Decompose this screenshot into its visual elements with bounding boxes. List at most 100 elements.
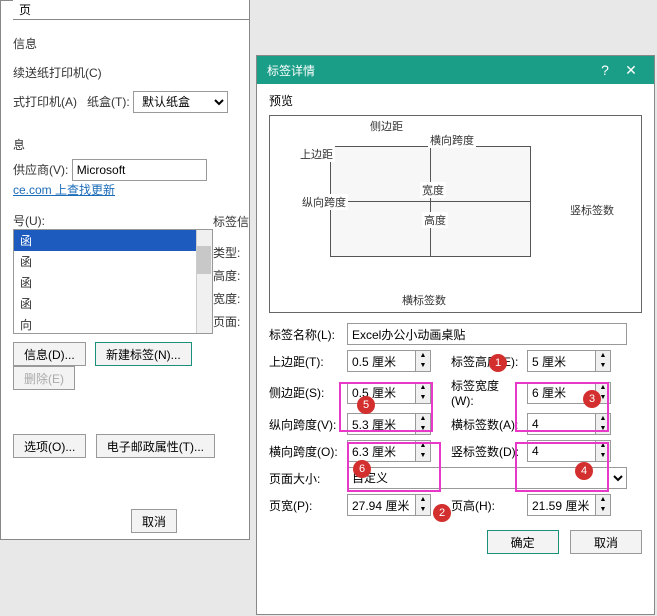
top-margin-input[interactable] (347, 350, 415, 372)
h-count-spinner[interactable]: ▲▼ (527, 413, 611, 435)
tray-label: 纸盒(T): (87, 95, 130, 109)
diagram-h-count: 横标签数 (400, 292, 448, 308)
spin-down-icon[interactable]: ▼ (596, 361, 610, 371)
spin-up-icon[interactable]: ▲ (416, 351, 430, 361)
spin-up-icon[interactable]: ▲ (596, 351, 610, 361)
label-details-dialog: 标签详情 ? ✕ 预览 侧边距 上边距 横向跨度 纵向跨度 宽度 高度 横标签数… (256, 55, 655, 615)
diagram-h-span: 横向跨度 (428, 132, 476, 148)
spin-down-icon[interactable]: ▼ (416, 393, 430, 403)
top-margin-label: 上边距(T): (269, 353, 341, 370)
label-section: 标签信 (213, 213, 249, 230)
scrollbar-thumb[interactable] (197, 246, 211, 274)
diagram-v-count: 竖标签数 (568, 202, 616, 218)
pageh-label: 页高(H): (451, 497, 521, 514)
label-height-label: 标签高度(E): (451, 353, 521, 370)
spin-up-icon[interactable]: ▲ (416, 414, 430, 424)
h-span-spinner[interactable]: ▲▼ (347, 440, 431, 462)
pageh-input[interactable] (527, 494, 595, 516)
type-label: 类型: (213, 244, 249, 261)
manual-radio-label[interactable]: 式打印机(A) (13, 93, 77, 110)
diagram-grid (330, 146, 531, 257)
section-info: 信息 (13, 35, 37, 52)
v-span-label: 纵向跨度(V): (269, 416, 341, 433)
h-span-label: 横向跨度(O): (269, 443, 341, 460)
vendor-input[interactable] (72, 159, 207, 181)
pagew-spinner[interactable]: ▲▼ (347, 494, 431, 516)
annotation-bubble: 5 (357, 396, 375, 414)
h-span-input[interactable] (347, 440, 415, 462)
spin-down-icon[interactable]: ▼ (596, 505, 610, 515)
annotation-bubble: 2 (433, 504, 451, 522)
list-item[interactable]: 函 (14, 293, 212, 314)
spin-down-icon[interactable]: ▼ (416, 451, 430, 461)
mail-props-button[interactable]: 电子邮政属性(T)... (96, 434, 215, 458)
annotation-bubble: 1 (489, 354, 507, 372)
list-item[interactable]: 函 (14, 251, 212, 272)
titlebar: 标签详情 ? ✕ (257, 56, 654, 84)
label-width-label: 标签宽度(W): (451, 377, 521, 408)
section-info2: 息 (13, 136, 25, 153)
delete-button: 删除(E) (13, 366, 75, 390)
info-button[interactable]: 信息(D)... (13, 342, 86, 366)
options-button[interactable]: 选项(O)... (13, 434, 86, 458)
spin-down-icon[interactable]: ▼ (596, 424, 610, 434)
spin-up-icon[interactable]: ▲ (596, 441, 610, 451)
preview-diagram: 侧边距 上边距 横向跨度 纵向跨度 宽度 高度 横标签数 竖标签数 (269, 115, 642, 313)
page-label: 页面: (213, 313, 249, 330)
v-count-input[interactable] (527, 440, 595, 462)
preview-label: 预览 (269, 92, 642, 109)
annotation-bubble: 3 (583, 390, 601, 408)
feeder-radio-label[interactable]: 续送纸打印机(C) (13, 64, 102, 81)
v-span-spinner[interactable]: ▲▼ (347, 413, 431, 435)
name-input[interactable] (347, 323, 627, 345)
diagram-width: 宽度 (420, 182, 446, 198)
spin-down-icon[interactable]: ▼ (596, 451, 610, 461)
h-count-label: 横标签数(A): (451, 416, 521, 433)
v-count-label: 竖标签数(D): (451, 443, 521, 460)
help-icon[interactable]: ? (592, 62, 618, 78)
pagew-label: 页宽(P): (269, 497, 341, 514)
cancel-button[interactable]: 取消 (570, 530, 642, 554)
label-height-spinner[interactable]: ▲▼ (527, 350, 611, 372)
cancel-button[interactable]: 取消 (131, 509, 177, 533)
label-height-input[interactable] (527, 350, 595, 372)
pageh-spinner[interactable]: ▲▼ (527, 494, 611, 516)
side-margin-label: 侧边距(S): (269, 384, 341, 401)
v-span-input[interactable] (347, 413, 415, 435)
dialog-title: 标签详情 (267, 62, 592, 79)
h-count-input[interactable] (527, 413, 595, 435)
update-link[interactable]: ce.com 上查找更新 (13, 183, 115, 197)
v-count-spinner[interactable]: ▲▼ (527, 440, 611, 462)
spin-up-icon[interactable]: ▲ (416, 441, 430, 451)
product-label: 号(U): (13, 212, 237, 229)
name-label: 标签名称(L): (269, 326, 341, 343)
close-icon[interactable]: ✕ (618, 62, 644, 79)
spin-down-icon[interactable]: ▼ (416, 424, 430, 434)
spin-up-icon[interactable]: ▲ (596, 383, 610, 393)
top-margin-spinner[interactable]: ▲▼ (347, 350, 431, 372)
spin-down-icon[interactable]: ▼ (416, 361, 430, 371)
pagesize-label: 页面大小: (269, 470, 341, 487)
spin-down-icon[interactable]: ▼ (416, 505, 430, 515)
spin-up-icon[interactable]: ▲ (416, 495, 430, 505)
tray-select[interactable]: 默认纸盒 (133, 91, 228, 113)
spin-up-icon[interactable]: ▲ (596, 495, 610, 505)
new-label-button[interactable]: 新建标签(N)... (95, 342, 192, 366)
vendor-label: 供应商(V): (13, 163, 68, 177)
spin-up-icon[interactable]: ▲ (416, 383, 430, 393)
diagram-v-span: 纵向跨度 (300, 194, 348, 210)
scrollbar[interactable] (196, 230, 212, 333)
product-listbox[interactable]: 函 函 函 函 向 (13, 229, 213, 334)
ok-button[interactable]: 确定 (487, 530, 559, 554)
diagram-top-margin: 上边距 (298, 146, 335, 162)
list-item[interactable]: 函 (14, 230, 212, 251)
annotation-bubble: 4 (575, 462, 593, 480)
pagew-input[interactable] (347, 494, 415, 516)
tab-header: 页 (13, 0, 249, 20)
spin-up-icon[interactable]: ▲ (596, 414, 610, 424)
list-item[interactable]: 向 (14, 314, 212, 334)
list-item[interactable]: 函 (14, 272, 212, 293)
annotation-bubble: 6 (353, 460, 371, 478)
diagram-height: 高度 (422, 212, 448, 228)
options-dialog: 页 信息 续送纸打印机(C) 式打印机(A) 纸盒(T): 默认纸盒 息 供应商… (0, 0, 250, 540)
